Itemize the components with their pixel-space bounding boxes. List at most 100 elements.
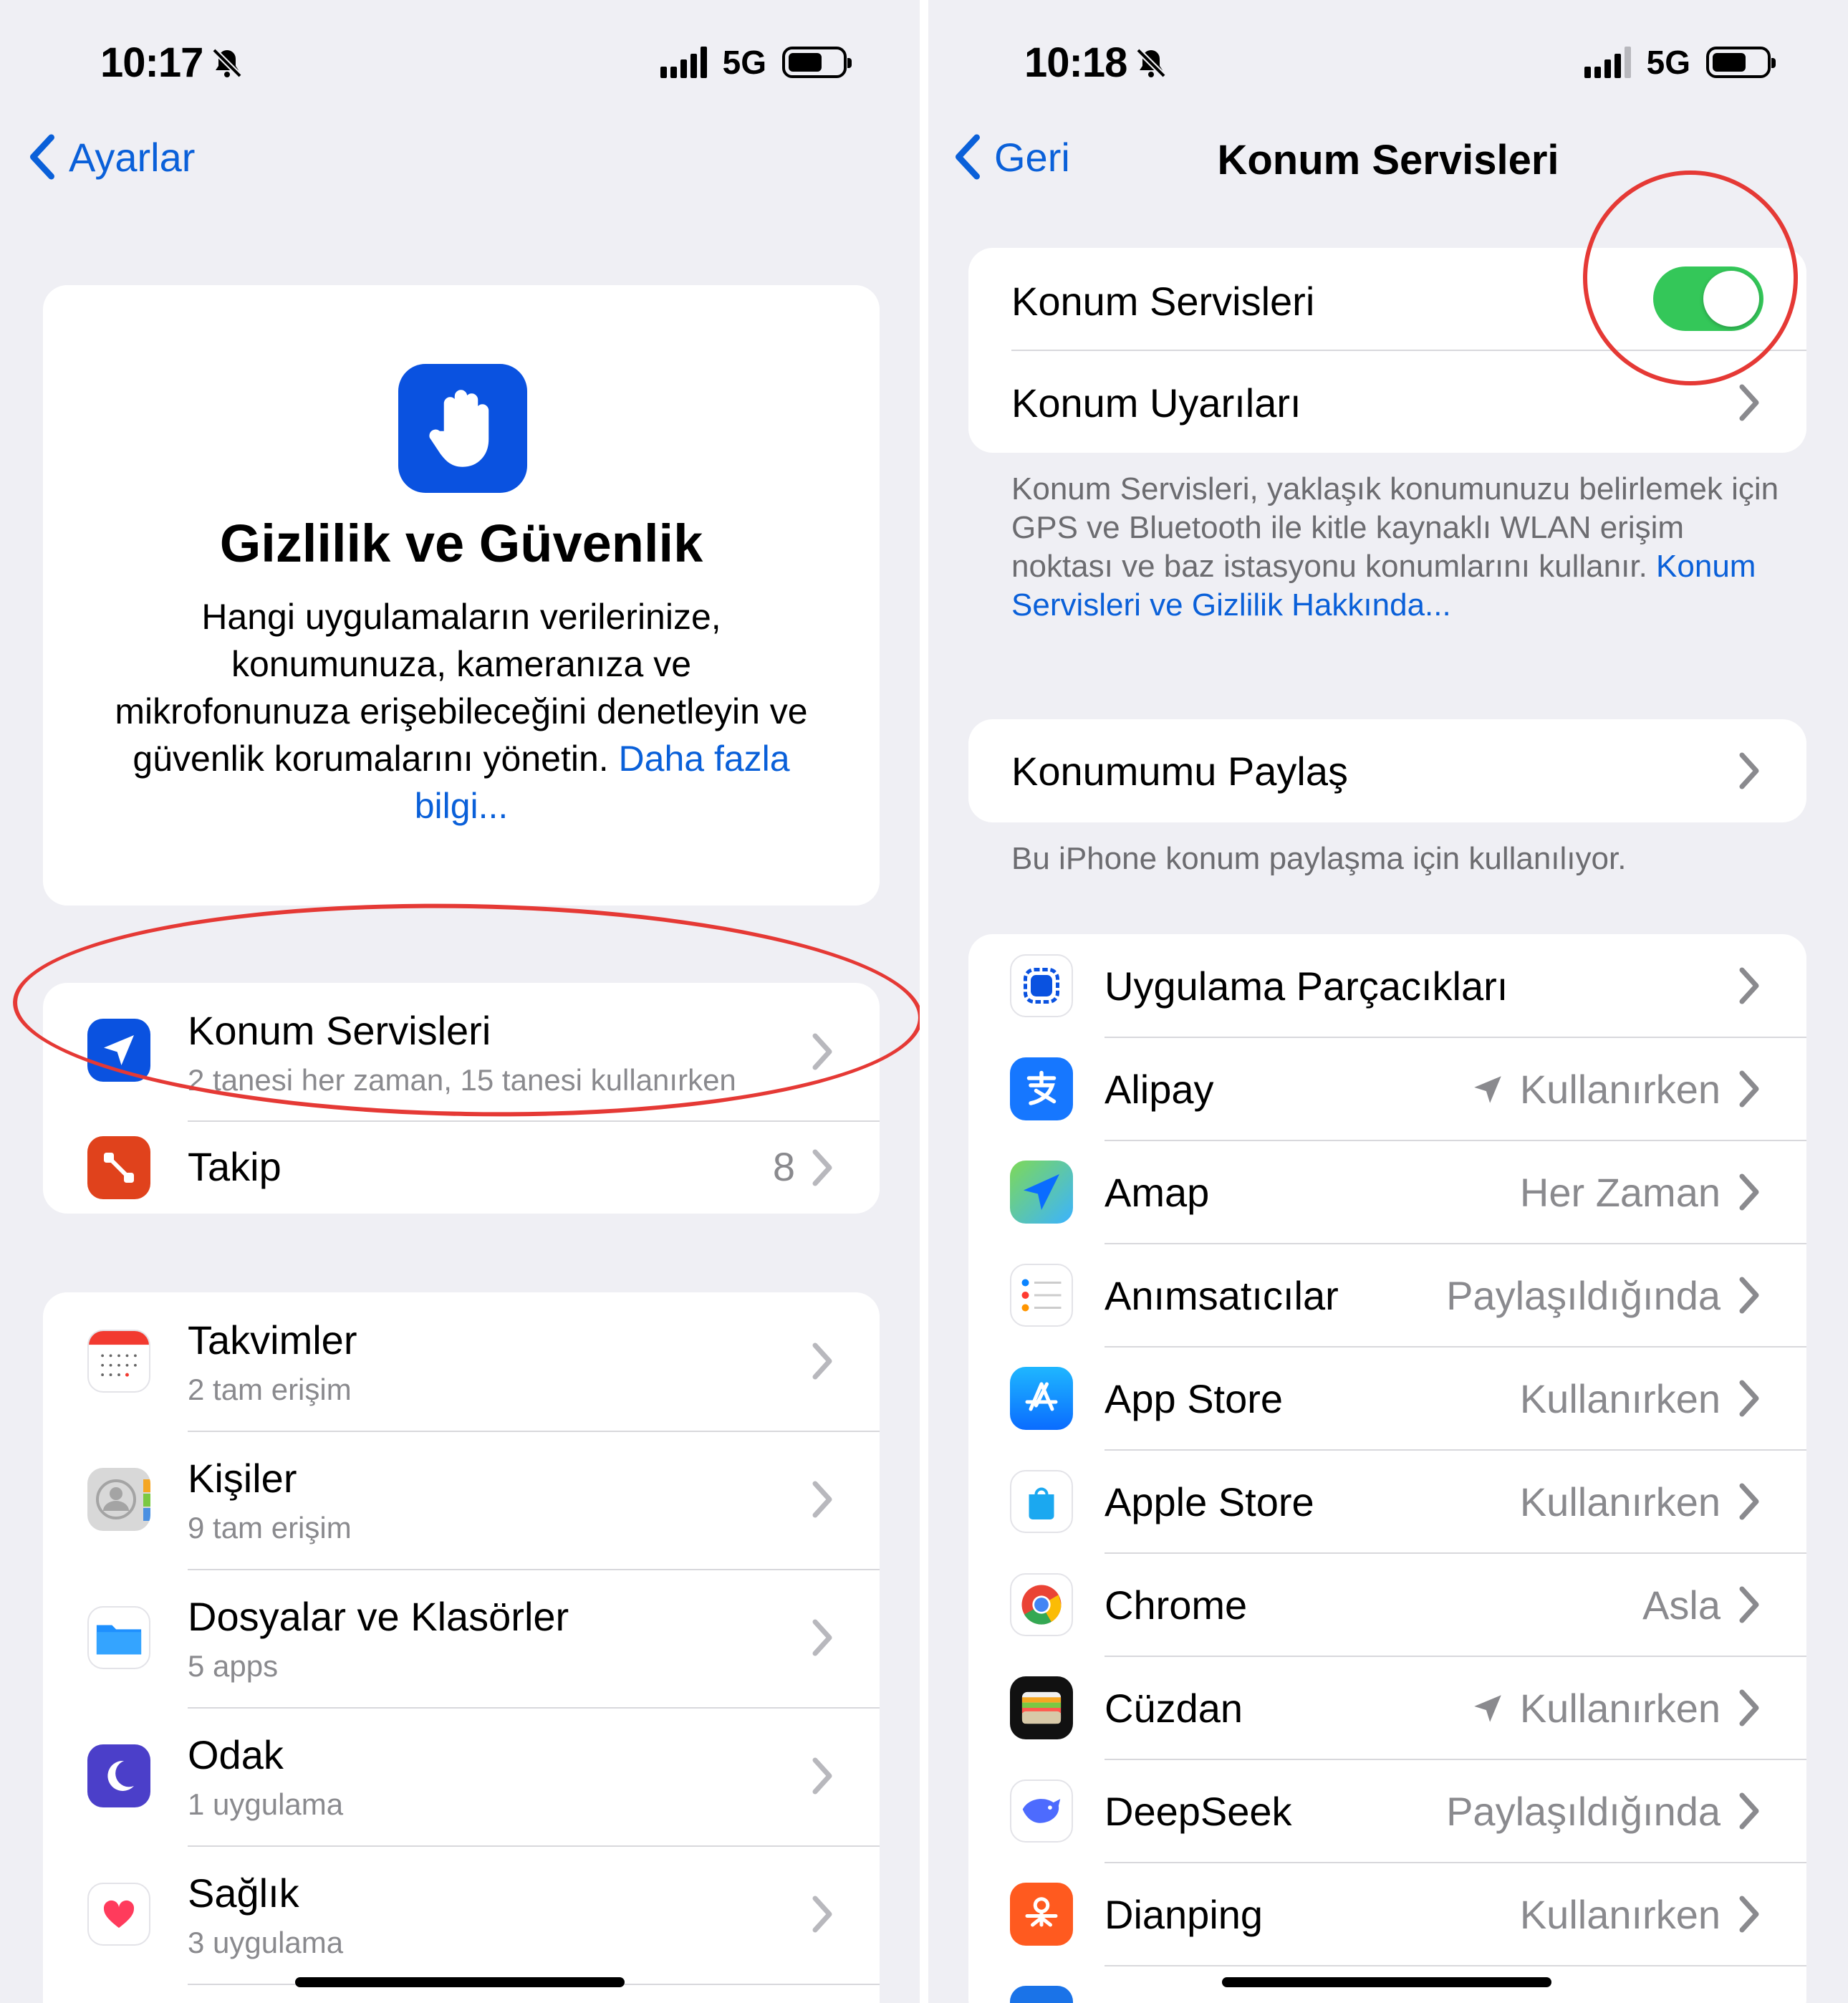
location-toggle-row: Konum Servisleri <box>968 248 1806 351</box>
chevron-right-icon <box>1739 1173 1759 1211</box>
home-indicator[interactable] <box>1222 1977 1551 1987</box>
calendar-icon <box>87 1330 150 1393</box>
app-icon <box>1010 1986 1073 2003</box>
reminders-icon <box>1010 1264 1073 1327</box>
status-indicators: 5G <box>1584 43 1776 82</box>
location-services-row[interactable]: Konum Servisleri 2 tanesi her zaman, 15 … <box>43 983 880 1120</box>
amap-icon <box>1010 1161 1073 1224</box>
signal-icon <box>660 47 707 78</box>
chevron-right-icon <box>812 1342 832 1380</box>
permission-value: Asla <box>1642 1582 1721 1628</box>
chevron-right-icon <box>1739 967 1759 1004</box>
app-name: Dianping <box>1105 1892 1264 1937</box>
tracking-row[interactable]: Takip 8 <box>43 1122 880 1214</box>
chevron-right-icon <box>1739 1070 1759 1108</box>
chevron-right-icon <box>1739 1483 1759 1520</box>
status-time: 10:17 <box>100 39 244 87</box>
location-tracking-group: Konum Servisleri 2 tanesi her zaman, 15 … <box>43 983 880 1214</box>
app-name: App Store <box>1105 1376 1284 1421</box>
app-row[interactable]: Alipay Kullanırken <box>968 1037 1806 1140</box>
recent-location-arrow-icon <box>1474 1694 1501 1722</box>
app-row[interactable]: Chrome Asla <box>968 1553 1806 1656</box>
row-title: Takip <box>188 1144 281 1189</box>
app-name: Amap <box>1105 1170 1210 1215</box>
chevron-right-icon <box>812 1619 832 1656</box>
permission-value: Kullanırken <box>1470 1066 1721 1113</box>
app-row[interactable]: App Store Kullanırken <box>968 1347 1806 1450</box>
app-row[interactable]: Cüzdan Kullanırken <box>968 1656 1806 1759</box>
back-button[interactable]: Ayarlar <box>27 133 195 181</box>
apple-store-icon <box>1010 1470 1073 1533</box>
app-row[interactable]: Apple Store Kullanırken <box>968 1450 1806 1553</box>
app-name: Cüzdan <box>1105 1686 1243 1731</box>
files-folders-row[interactable]: Dosyalar ve Klasörler 5 apps <box>43 1569 880 1707</box>
app-name: Anımsatıcılar <box>1105 1273 1339 1318</box>
row-title: Konumumu Paylaş <box>1011 749 1349 794</box>
status-time: 10:18 <box>1024 39 1168 87</box>
row-subtitle: 9 tam erişim <box>188 1511 352 1545</box>
row-subtitle: 5 apps <box>188 1649 279 1683</box>
row-subtitle: 3 uygulama <box>188 1926 344 1959</box>
location-services-screen: 10:18 5G Geri Konum Servisleri Konum Ser… <box>928 0 1848 2003</box>
share-location-row[interactable]: Konumumu Paylaş <box>968 719 1806 822</box>
privacy-security-screen: 10:17 5G Ayarlar Gizlilik ve Güvenlik Ha… <box>0 0 920 2003</box>
permission-value: Kullanırken <box>1470 1685 1721 1731</box>
deepseek-icon <box>1010 1779 1073 1843</box>
chevron-right-icon <box>1739 1277 1759 1314</box>
page-title: Konum Servisleri <box>1217 137 1559 183</box>
location-alerts-row[interactable]: Konum Uyarıları <box>968 351 1806 453</box>
app-clips-icon <box>1010 954 1073 1017</box>
battery-icon <box>1706 47 1776 78</box>
home-indicator[interactable] <box>295 1977 625 1987</box>
network-label: 5G <box>1646 44 1690 81</box>
silent-bell-icon <box>1136 47 1167 78</box>
permissions-group: Takvimler 2 tam erişim Kişiler 9 tam eri… <box>43 1292 880 2003</box>
chevron-left-icon <box>29 134 54 180</box>
row-title: Odak <box>188 1732 284 1777</box>
hero-card: Gizlilik ve Güvenlik Hangi uygulamaların… <box>43 285 880 906</box>
app-name: DeepSeek <box>1105 1789 1292 1834</box>
app-name: Chrome <box>1105 1582 1248 1628</box>
chevron-right-icon <box>1739 1689 1759 1726</box>
app-row[interactable]: DeepSeek Paylaşıldığında <box>968 1759 1806 1863</box>
app-row[interactable]: Dianping Kullanırken <box>968 1863 1806 1966</box>
folder-icon <box>87 1606 150 1669</box>
share-location-group: Konumumu Paylaş <box>968 719 1806 822</box>
chevron-right-icon <box>812 1149 832 1186</box>
row-subtitle: 1 uygulama <box>188 1787 344 1821</box>
location-arrow-icon <box>87 1019 150 1082</box>
tracking-count: 8 <box>772 1144 795 1189</box>
permission-value: Her Zaman <box>1519 1170 1721 1215</box>
heart-icon <box>87 1883 150 1946</box>
location-main-group: Konum Servisleri Konum Uyarıları <box>968 248 1806 453</box>
row-title: Kişiler <box>188 1456 297 1501</box>
moon-icon <box>87 1744 150 1807</box>
app-store-icon <box>1010 1367 1073 1430</box>
battery-icon <box>782 47 852 78</box>
contacts-row[interactable]: Kişiler 9 tam erişim <box>43 1431 880 1569</box>
location-services-toggle[interactable] <box>1653 266 1763 331</box>
chevron-right-icon <box>812 1757 832 1795</box>
back-label: Ayarlar <box>69 134 196 180</box>
app-row[interactable]: Amap Her Zaman <box>968 1140 1806 1244</box>
row-title: Sağlık <box>188 1870 299 1916</box>
share-footnote: Bu iPhone konum paylaşma için kullanılıy… <box>1011 841 1627 876</box>
app-row[interactable]: Uygulama Parçacıkları <box>968 934 1806 1037</box>
location-description: Konum Servisleri, yaklaşık konumunuzu be… <box>1011 471 1779 623</box>
page-title: Gizlilik ve Güvenlik <box>219 514 703 573</box>
permission-value: Paylaşıldığında <box>1446 1273 1721 1318</box>
app-name: Apple Store <box>1105 1479 1314 1524</box>
row-title: Takvimler <box>188 1317 357 1363</box>
network-label: 5G <box>722 44 766 81</box>
focus-row[interactable]: Odak 1 uygulama <box>43 1707 880 1845</box>
app-row[interactable]: Anımsatıcılar Paylaşıldığında <box>968 1244 1806 1347</box>
wallet-icon <box>1010 1676 1073 1739</box>
row-title: Konum Uyarıları <box>1011 380 1301 426</box>
chevron-right-icon <box>812 1896 832 1933</box>
calendars-row[interactable]: Takvimler 2 tam erişim <box>43 1292 880 1431</box>
chevron-right-icon <box>1739 1586 1759 1623</box>
app-name: Uygulama Parçacıkları <box>1105 964 1508 1009</box>
chevron-right-icon <box>812 1033 832 1070</box>
health-row[interactable]: Sağlık 3 uygulama <box>43 1845 880 1984</box>
row-subtitle: 2 tam erişim <box>188 1373 352 1406</box>
